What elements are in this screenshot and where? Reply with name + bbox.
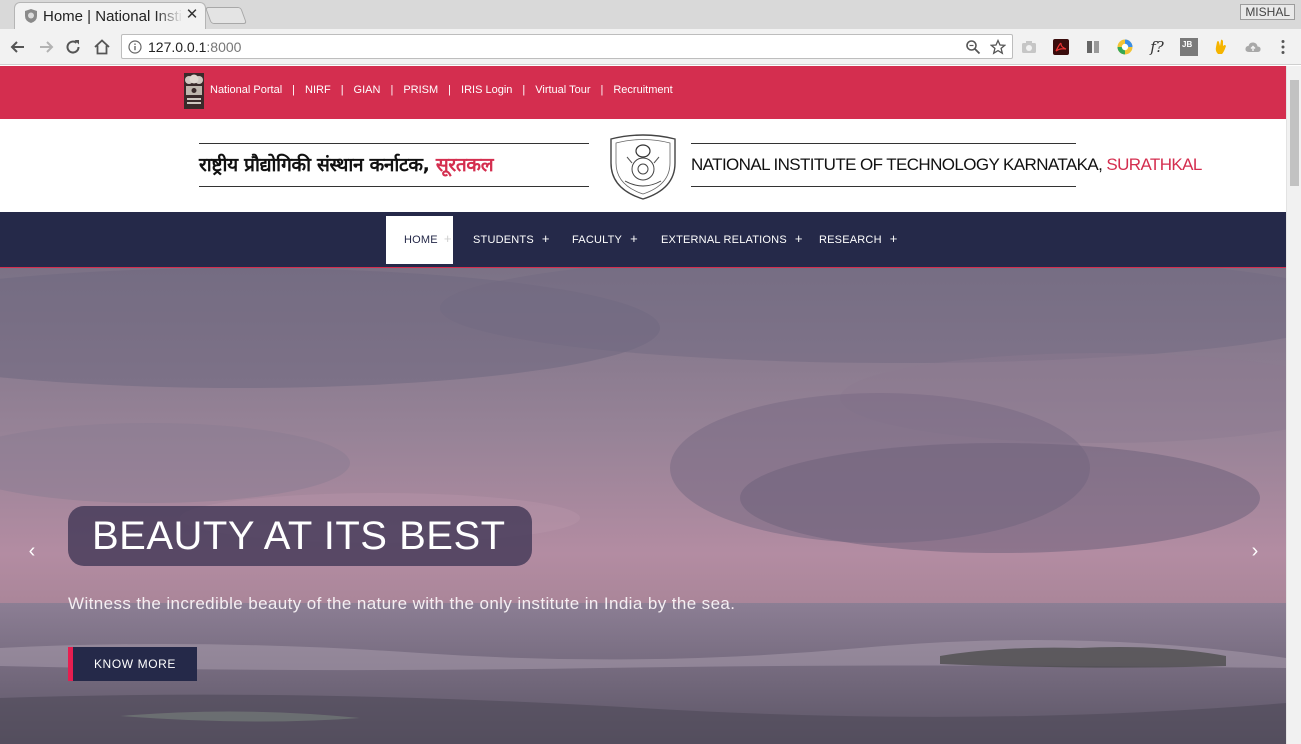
bookmark-star-icon[interactable] [990, 39, 1006, 55]
new-tab-button[interactable] [204, 7, 248, 24]
link-separator: | [340, 84, 344, 96]
nav-label: HOME [404, 234, 438, 246]
nav-research[interactable]: RESEARCH + [819, 216, 898, 264]
nav-faculty[interactable]: FACULTY + [572, 216, 638, 264]
main-navigation: HOME + STUDENTS + FACULTY + EXTERNAL RELATI… [0, 212, 1286, 268]
url-text[interactable]: 127.0.0.1:8000 [148, 39, 241, 55]
browser-tabstrip: Home | National Institute of Technology … [0, 0, 1301, 29]
link-separator: | [292, 84, 296, 96]
expand-plus-icon: + [541, 231, 550, 246]
nav-label: EXTERNAL RELATIONS [661, 234, 787, 246]
link-separator: | [390, 84, 394, 96]
link-iris-login[interactable]: IRIS Login [461, 84, 512, 96]
hindi-name-highlight: सूरतकल [435, 154, 494, 176]
camera-icon[interactable] [1020, 38, 1038, 56]
english-name-main: NATIONAL INSTITUTE OF TECHNOLOGY KARNATA… [691, 155, 1107, 174]
jb-icon[interactable]: JB [1180, 38, 1198, 56]
top-links-bar: National Portal | NIRF | GIAN | PRISM | IRIS… [0, 66, 1286, 119]
nav-students[interactable]: STUDENTS + [473, 216, 550, 264]
site-info-icon[interactable] [128, 40, 142, 54]
tab-title: Home | National Institute of Technology … [43, 8, 183, 25]
nav-external-relations[interactable]: EXTERNAL RELATIONS + [661, 216, 803, 264]
more-menu-icon[interactable] [1274, 38, 1292, 56]
institute-name-hindi[interactable]: राष्ट्रीय प्रौद्योगिकी संस्थान कर्नाटक, … [199, 143, 589, 187]
formula-icon[interactable]: f? [1148, 38, 1166, 56]
link-gian[interactable]: GIAN [354, 84, 381, 96]
back-arrow-icon[interactable] [8, 37, 28, 57]
nav-label: RESEARCH [819, 234, 882, 246]
nav-label: FACULTY [572, 234, 623, 246]
top-links: National Portal | NIRF | GIAN | PRISM | IRIS… [210, 84, 673, 96]
expand-plus-icon: + [889, 231, 898, 246]
address-bar[interactable]: 127.0.0.1:8000 [121, 34, 1013, 59]
scrollbar-thumb[interactable] [1290, 80, 1299, 186]
nav-home[interactable]: HOME + [386, 216, 453, 264]
nitk-favicon-icon [25, 9, 37, 23]
nitk-seal-logo[interactable] [607, 133, 679, 201]
link-separator: | [522, 84, 526, 96]
link-separator: | [600, 84, 604, 96]
hero-title: BEAUTY AT ITS BEST [68, 506, 532, 566]
english-name-highlight: SURATHKAL [1106, 155, 1202, 174]
url-port: :8000 [206, 39, 242, 55]
link-national-portal[interactable]: National Portal [210, 84, 282, 96]
profile-button[interactable]: MISHAL [1240, 4, 1295, 20]
home-icon[interactable] [92, 37, 112, 57]
link-nirf[interactable]: NIRF [305, 84, 331, 96]
browser-toolbar: 127.0.0.1:8000 f? JB [0, 29, 1301, 65]
carousel-prev-arrow[interactable]: ‹ [24, 540, 40, 562]
expand-plus-icon: + [443, 231, 452, 246]
carousel-next-arrow[interactable]: › [1247, 540, 1263, 562]
hindi-name-main: राष्ट्रीय प्रौद्योगिकी संस्थान कर्नाटक, [199, 154, 436, 176]
know-more-button[interactable]: KNOW MORE [68, 647, 197, 681]
pdf-icon[interactable] [1052, 38, 1070, 56]
national-emblem-icon [184, 73, 204, 109]
hero-subtitle: Witness the incredible beauty of the nat… [68, 594, 736, 613]
link-recruitment[interactable]: Recruitment [613, 84, 672, 96]
reload-icon[interactable] [63, 37, 83, 57]
page-scrollbar[interactable] [1286, 66, 1301, 744]
bookmark-manager-icon[interactable] [1084, 38, 1102, 56]
expand-plus-icon: + [630, 231, 638, 246]
institute-name-english[interactable]: NATIONAL INSTITUTE OF TECHNOLOGY KARNATA… [691, 143, 1202, 187]
nav-label: STUDENTS [473, 234, 534, 246]
chrome-extension-icon[interactable] [1116, 38, 1134, 56]
cloud-icon[interactable] [1244, 38, 1262, 56]
link-prism[interactable]: PRISM [403, 84, 438, 96]
zoom-icon[interactable] [965, 39, 981, 55]
hero-carousel: ‹ › BEAUTY AT ITS BEST Witness the incre… [0, 268, 1286, 744]
hand-icon[interactable] [1212, 38, 1230, 56]
forward-arrow-icon[interactable] [36, 37, 56, 57]
tab-close-icon[interactable]: ✕ [185, 7, 199, 23]
site-header: राष्ट्रीय प्रौद्योगिकी संस्थान कर्नाटक, … [0, 119, 1286, 212]
web-page: National Portal | NIRF | GIAN | PRISM | IRIS… [0, 66, 1286, 744]
url-host: 127.0.0.1 [148, 39, 207, 55]
link-virtual-tour[interactable]: Virtual Tour [535, 84, 590, 96]
expand-plus-icon: + [794, 231, 803, 246]
browser-tab-active[interactable]: Home | National Institute of Technology … [14, 2, 206, 29]
link-separator: | [448, 84, 452, 96]
